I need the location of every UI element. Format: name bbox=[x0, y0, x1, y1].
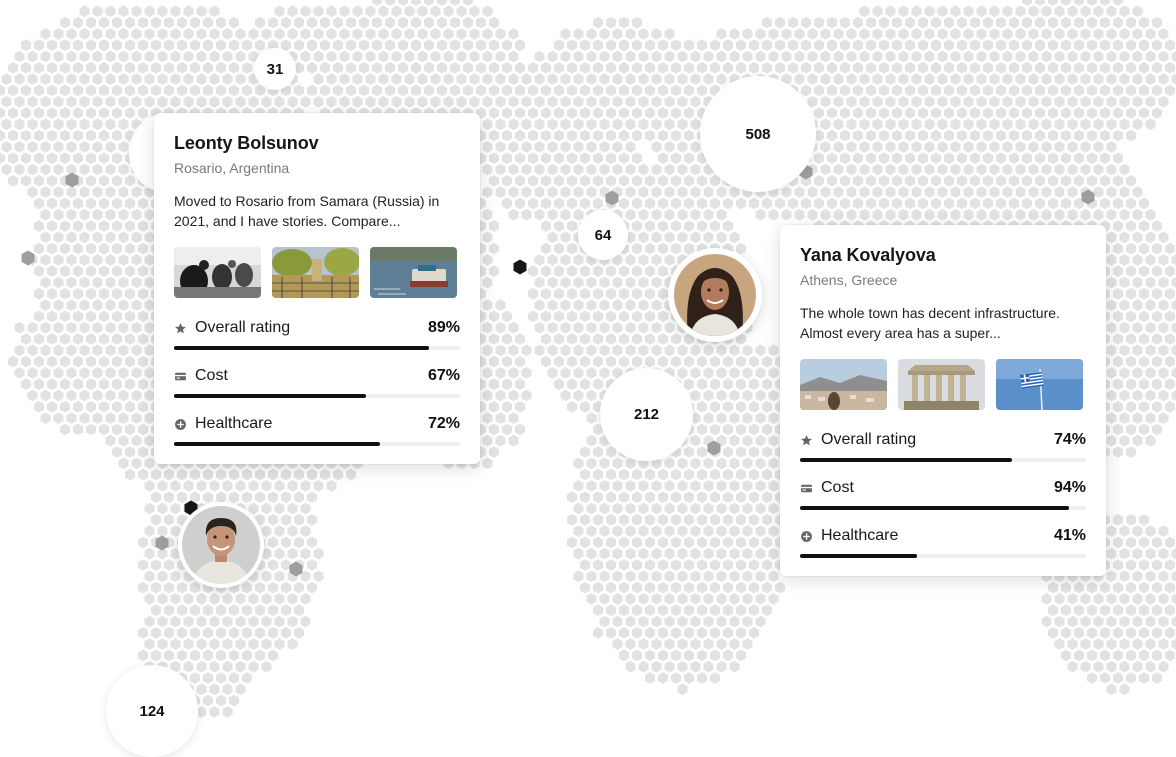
cluster-marker[interactable]: 64 bbox=[578, 210, 628, 260]
metric-label: Cost bbox=[195, 367, 228, 385]
metrics-list: Overall rating 74% Cost 94% bbox=[800, 428, 1086, 558]
photo-thumbnail[interactable] bbox=[898, 359, 985, 410]
metric-value: 67% bbox=[428, 367, 460, 385]
reviewer-location: Rosario, Argentina bbox=[174, 160, 460, 176]
review-excerpt: The whole town has decent infrastructure… bbox=[800, 303, 1086, 343]
progress-fill bbox=[174, 394, 366, 398]
metric-healthcare: Healthcare 41% bbox=[800, 524, 1086, 558]
metric-label: Healthcare bbox=[195, 415, 272, 433]
review-excerpt: Moved to Rosario from Samara (Russia) in… bbox=[174, 191, 460, 231]
cluster-marker[interactable]: 124 bbox=[106, 665, 198, 757]
star-icon bbox=[800, 434, 813, 447]
photo-thumbnail[interactable] bbox=[370, 247, 457, 298]
avatar-leonty[interactable] bbox=[178, 502, 264, 588]
cluster-marker[interactable]: 31 bbox=[254, 48, 296, 90]
metric-cost: Cost 94% bbox=[800, 476, 1086, 510]
user-photo bbox=[182, 506, 260, 584]
progress-bar bbox=[800, 506, 1086, 510]
metric-cost: Cost 67% bbox=[174, 364, 460, 398]
progress-bar bbox=[174, 346, 460, 350]
metric-label: Healthcare bbox=[821, 527, 898, 545]
metric-healthcare: Healthcare 72% bbox=[174, 412, 460, 446]
metric-label: Cost bbox=[821, 479, 854, 497]
progress-fill bbox=[174, 346, 429, 350]
metric-label: Overall rating bbox=[195, 319, 290, 337]
user-photo bbox=[674, 254, 756, 336]
photo-strip bbox=[800, 359, 1086, 410]
cluster-marker[interactable]: 212 bbox=[600, 368, 693, 461]
photo-thumbnail[interactable] bbox=[800, 359, 887, 410]
reviewer-name: Yana Kovalyova bbox=[800, 245, 1086, 266]
progress-fill bbox=[174, 442, 380, 446]
star-icon bbox=[174, 322, 187, 335]
progress-fill bbox=[800, 458, 1012, 462]
credit-card-icon bbox=[800, 482, 813, 495]
metric-label: Overall rating bbox=[821, 431, 916, 449]
plus-circle-icon bbox=[800, 530, 813, 543]
photo-thumbnail[interactable] bbox=[272, 247, 359, 298]
review-card-yana[interactable]: Yana Kovalyova Athens, Greece The whole … bbox=[780, 225, 1106, 576]
progress-bar bbox=[174, 394, 460, 398]
metric-value: 41% bbox=[1054, 527, 1086, 545]
progress-fill bbox=[800, 506, 1069, 510]
review-card-leonty[interactable]: Leonty Bolsunov Rosario, Argentina Moved… bbox=[154, 113, 480, 464]
progress-fill bbox=[800, 554, 917, 558]
avatar-yana[interactable] bbox=[668, 248, 762, 342]
metric-value: 72% bbox=[428, 415, 460, 433]
reviewer-location: Athens, Greece bbox=[800, 272, 1086, 288]
cluster-marker[interactable]: 508 bbox=[700, 76, 816, 192]
progress-bar bbox=[174, 442, 460, 446]
metric-value: 89% bbox=[428, 319, 460, 337]
photo-thumbnail[interactable] bbox=[174, 247, 261, 298]
metric-overall-rating: Overall rating 74% bbox=[800, 428, 1086, 462]
progress-bar bbox=[800, 458, 1086, 462]
photo-thumbnail[interactable] bbox=[996, 359, 1083, 410]
credit-card-icon bbox=[174, 370, 187, 383]
metric-value: 74% bbox=[1054, 431, 1086, 449]
plus-circle-icon bbox=[174, 418, 187, 431]
metric-overall-rating: Overall rating 89% bbox=[174, 316, 460, 350]
metric-value: 94% bbox=[1054, 479, 1086, 497]
progress-bar bbox=[800, 554, 1086, 558]
photo-strip bbox=[174, 247, 460, 298]
reviewer-name: Leonty Bolsunov bbox=[174, 133, 460, 154]
metrics-list: Overall rating 89% Cost 67% bbox=[174, 316, 460, 446]
